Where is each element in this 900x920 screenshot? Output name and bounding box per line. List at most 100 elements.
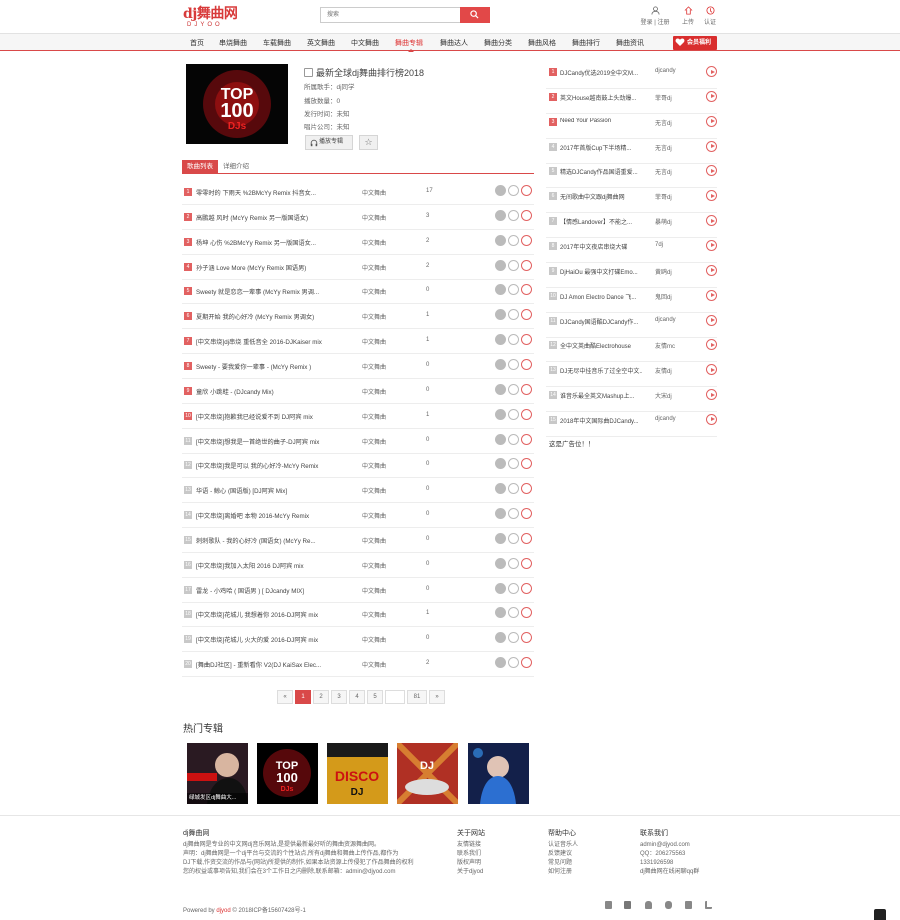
play-icon[interactable]: [706, 289, 717, 301]
play-icon[interactable]: [706, 66, 717, 77]
rss-icon[interactable]: [705, 901, 712, 909]
hot-album-4[interactable]: DJ: [397, 743, 458, 804]
ranking-row[interactable]: 10 DJ Amon Electro Dance 飞... 鬼回dj: [546, 288, 717, 313]
hot-album-5[interactable]: [468, 743, 529, 804]
song-title[interactable]: [中文串烧]我是可以 我的心好冷-McYy Remix: [196, 461, 346, 470]
login-register-link[interactable]: 登录 | 注册: [640, 6, 670, 26]
page-3[interactable]: 3: [331, 690, 347, 704]
ranking-author[interactable]: 暴萌dj: [655, 217, 672, 226]
nav-item-categories[interactable]: 舞曲分类: [484, 38, 512, 48]
favorite-heart-icon[interactable]: [508, 408, 519, 420]
song-title[interactable]: 华语 - 鲸心 (国语版) [DJ阿宾 Mix]: [196, 486, 346, 495]
download-icon[interactable]: [495, 259, 506, 271]
ad-placeholder[interactable]: 这是广告位！！: [549, 438, 595, 448]
play-icon[interactable]: [521, 185, 532, 196]
ranking-row[interactable]: 12 全中文英曲酷Electrohouse 友情mc: [546, 337, 717, 363]
song-row[interactable]: 1 零零时的 下雨天 %2BMcYy Remix 抖音女... 中文舞曲 17: [182, 180, 534, 205]
ranking-author[interactable]: 无言dj: [655, 143, 672, 152]
monitor-icon[interactable]: [624, 901, 631, 909]
nav-item-car[interactable]: 车载舞曲: [263, 38, 291, 48]
play-icon[interactable]: [521, 582, 532, 594]
song-row[interactable]: 3 杨坤 心伤 %2BMcYy Remix 另一版国语女... 中文舞曲 2: [182, 230, 534, 255]
favorite-heart-icon[interactable]: [508, 508, 519, 520]
play-icon[interactable]: [706, 90, 717, 102]
favorite-heart-icon[interactable]: [508, 632, 519, 644]
play-icon[interactable]: [706, 239, 717, 251]
play-icon[interactable]: [706, 190, 717, 202]
certify-link[interactable]: 认证: [698, 6, 722, 26]
footer-link[interactable]: 关于djyod: [457, 868, 483, 877]
song-title[interactable]: [中文串烧]花城儿 我想着你 2016-DJ阿宾 mix: [196, 610, 346, 619]
song-category[interactable]: 中文舞曲: [362, 536, 386, 545]
song-row[interactable]: 6 夏期开始 我的心好冷 (McYy Remix 男调女) 中文舞曲 1: [182, 304, 534, 330]
ranking-title[interactable]: DjHaiOu 最强中文打碟Emo...: [560, 267, 642, 276]
song-category[interactable]: 中文舞曲: [362, 486, 386, 495]
download-icon[interactable]: [495, 607, 506, 619]
footer-link[interactable]: 反馈建议: [548, 850, 578, 859]
ranking-row[interactable]: 5 精选DJCandy作品国语重爱... 无言dj: [546, 163, 717, 189]
play-icon[interactable]: [521, 408, 532, 420]
play-icon[interactable]: [521, 532, 532, 544]
download-icon[interactable]: [495, 209, 506, 221]
play-icon[interactable]: [521, 234, 532, 246]
ranking-title[interactable]: 2017年首版Cup下半场精...: [560, 143, 642, 152]
vip-benefits-button[interactable]: 会员福利: [673, 36, 717, 50]
download-icon[interactable]: [495, 483, 506, 495]
ranking-row[interactable]: 15 2018年中文国际曲DJCandy... djcandy: [546, 412, 717, 437]
ranking-row[interactable]: 8 2017年中文夜店串烧大碟 7dj: [546, 238, 717, 263]
download-icon[interactable]: [495, 309, 506, 321]
play-icon[interactable]: [706, 339, 717, 351]
ranking-row[interactable]: 14 谁音乐最全英文Mashup上... 大宋dj: [546, 387, 717, 413]
play-icon[interactable]: [521, 483, 532, 495]
copyright-brand[interactable]: djyod: [216, 908, 230, 914]
ranking-row[interactable]: 3 Need Your Passion 无言dj: [546, 114, 717, 139]
ranking-author[interactable]: 无言dj: [655, 118, 672, 127]
document-icon[interactable]: [605, 901, 612, 909]
favorite-album-button[interactable]: ☆: [359, 135, 378, 150]
footer-contact-group[interactable]: dj舞曲网在线闲聊qq群: [640, 868, 699, 877]
song-title[interactable]: 刺刺歌队 - 我的心好冷 (国语女) (McYy Re...: [196, 536, 346, 545]
play-icon[interactable]: [521, 557, 532, 569]
favorite-heart-icon[interactable]: [508, 657, 519, 669]
footer-contact-email[interactable]: admin@djyod.com: [640, 841, 699, 850]
ranking-row[interactable]: 4 2017年首版Cup下半场精... 无言dj: [546, 139, 717, 164]
play-icon[interactable]: [706, 314, 717, 326]
ranking-author[interactable]: 无言dj: [655, 167, 672, 176]
song-row[interactable]: 2 高鹏越 风时 (McYy Remix 另一版国语女) 中文舞曲 3: [182, 205, 534, 230]
ranking-title[interactable]: Need Your Passion: [560, 118, 642, 124]
song-title[interactable]: [中文串烧]离婚吧 本物 2016-McYy Remix: [196, 511, 346, 520]
ranking-title[interactable]: 谁音乐最全英文Mashup上...: [560, 391, 642, 400]
hot-album-1[interactable]: 绿城发区dj舞曲大...: [187, 743, 248, 804]
play-icon[interactable]: [706, 389, 717, 401]
song-category[interactable]: 中文舞曲: [362, 312, 386, 321]
ranking-row[interactable]: 7 【情感Landover】不能之... 暴萌dj: [546, 213, 717, 239]
ranking-author[interactable]: 友情dj: [655, 366, 672, 375]
song-row[interactable]: 7 [中文串烧]dj串烧 重低音全 2016-DJKaiser mix 中文舞曲 1: [182, 329, 534, 355]
favorite-heart-icon[interactable]: [508, 209, 519, 221]
favorite-heart-icon[interactable]: [508, 458, 519, 470]
ranking-title[interactable]: 无间歌曲中文跟dj舞曲网: [560, 192, 642, 201]
play-icon[interactable]: [521, 433, 532, 445]
download-icon[interactable]: [495, 557, 506, 569]
favorite-heart-icon[interactable]: [508, 334, 519, 346]
song-category[interactable]: 中文舞曲: [362, 461, 386, 470]
download-icon[interactable]: [495, 383, 506, 395]
ranking-author[interactable]: 鬼回dj: [655, 292, 672, 301]
page-next[interactable]: »: [429, 690, 445, 704]
song-category[interactable]: 中文舞曲: [362, 586, 386, 595]
footer-link[interactable]: 如何注册: [548, 868, 578, 877]
nav-item-medley[interactable]: 串烧舞曲: [219, 38, 247, 48]
footer-link[interactable]: 联系我们: [457, 850, 483, 859]
favorite-heart-icon[interactable]: [508, 433, 519, 445]
hot-album-2[interactable]: TOP 100 DJs: [257, 743, 318, 804]
song-row[interactable]: 18 [中文串烧]花城儿 我想着你 2016-DJ阿宾 mix 中文舞曲 1: [182, 602, 534, 628]
nav-item-english[interactable]: 英文舞曲: [307, 38, 335, 48]
song-category[interactable]: 中文舞曲: [362, 263, 386, 272]
ranking-author[interactable]: djcandy: [655, 317, 676, 323]
footer-link[interactable]: 版权声明: [457, 859, 483, 868]
ranking-title[interactable]: DJ Amon Electro Dance 飞...: [560, 292, 642, 301]
back-to-top-button[interactable]: [874, 909, 886, 920]
song-title[interactable]: 童欣 小跳蛙 - (DJcandy Mix): [196, 387, 346, 396]
ranking-author[interactable]: 友情mc: [655, 341, 675, 350]
favorite-heart-icon[interactable]: [508, 309, 519, 321]
